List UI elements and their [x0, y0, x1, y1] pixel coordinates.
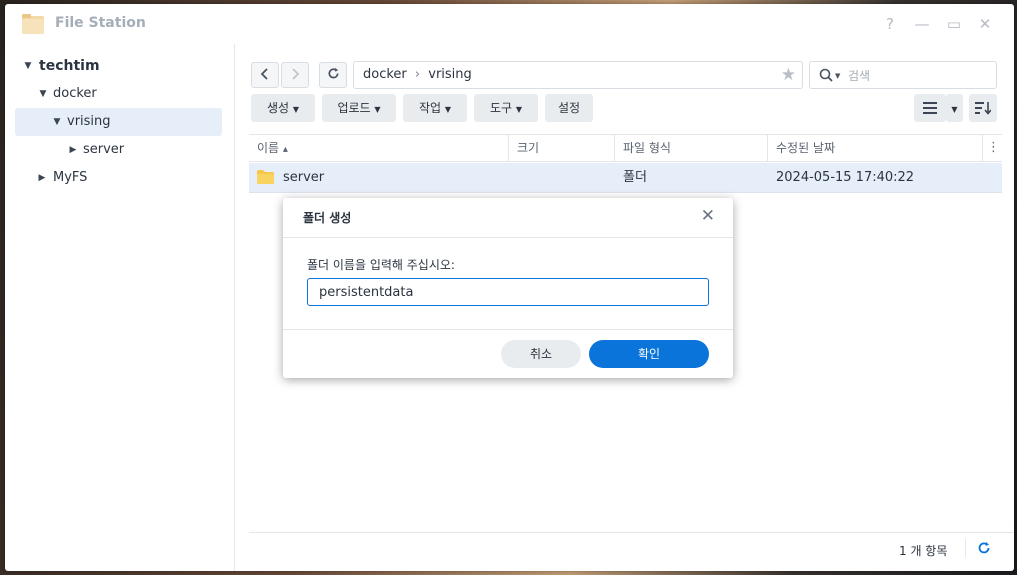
search-field[interactable]: ▼ 검색 — [809, 61, 997, 89]
sort-icon — [975, 102, 992, 115]
sidebar: ▼ techtim ▼ docker ▼ vrising ▶ server ▶ … — [5, 44, 235, 571]
divider — [283, 237, 733, 238]
title-bar: File Station ? — ▭ ✕ — [5, 4, 1014, 44]
create-folder-dialog: 폴더 생성 ✕ 폴더 이름을 입력해 주십시오: 취소 확인 — [283, 198, 733, 378]
minimize-icon[interactable]: — — [913, 15, 931, 33]
upload-button[interactable]: 업로드 ▼ — [322, 94, 396, 122]
folder-icon — [257, 170, 274, 184]
breadcrumb-vrising[interactable]: vrising — [428, 67, 472, 82]
action-button-label: 작업 — [418, 101, 442, 115]
sidebar-item-label: docker — [53, 86, 97, 101]
column-header-label: 이름 — [257, 141, 280, 155]
breadcrumb-separator: › — [414, 67, 421, 82]
dialog-title: 폴더 생성 — [303, 211, 352, 225]
chevron-right-icon — [292, 68, 300, 80]
search-icon[interactable] — [819, 68, 833, 82]
caret-down-icon: ▼ — [444, 105, 452, 114]
column-header-size[interactable]: 크기 — [509, 135, 615, 162]
create-button-label: 생성 — [266, 101, 290, 115]
sidebar-item-label: server — [83, 142, 125, 157]
caret-down-icon: ▼ — [374, 105, 381, 114]
sidebar-item-label: vrising — [67, 114, 111, 129]
ok-button[interactable]: 확인 — [589, 340, 709, 368]
tools-button-label: 도구 — [489, 101, 513, 115]
caret-down-icon[interactable]: ▼ — [52, 108, 62, 136]
path-bar[interactable]: docker › vrising ★ — [353, 61, 803, 89]
list-view-icon — [923, 102, 937, 114]
caret-down-icon[interactable]: ▼ — [23, 52, 33, 80]
sort-ascending-icon: ▴ — [282, 144, 288, 155]
cell-name: server — [283, 170, 325, 185]
sidebar-item-vrising[interactable]: ▼ vrising — [15, 108, 222, 136]
action-button[interactable]: 작업 ▼ — [403, 94, 467, 122]
help-icon[interactable]: ? — [881, 15, 899, 33]
refresh-icon[interactable] — [977, 541, 991, 555]
divider — [965, 539, 966, 557]
sidebar-item-myfs[interactable]: ▶ MyFS — [19, 164, 229, 192]
folder-app-icon — [22, 14, 44, 34]
column-header-label: 파일 형식 — [623, 141, 671, 155]
column-header-label: 크기 — [517, 141, 540, 155]
close-icon[interactable]: ✕ — [976, 15, 994, 33]
table-row[interactable]: server 폴더 2024-05-15 17:40:22 — [249, 163, 1002, 193]
caret-right-icon[interactable]: ▶ — [37, 164, 47, 192]
refresh-button[interactable] — [319, 62, 347, 88]
chevron-left-icon — [260, 68, 268, 80]
search-placeholder: 검색 — [848, 69, 871, 83]
sidebar-item-docker[interactable]: ▼ docker — [19, 80, 229, 108]
refresh-icon — [328, 67, 339, 79]
maximize-icon[interactable]: ▭ — [945, 15, 963, 33]
sidebar-item-label: MyFS — [53, 170, 88, 185]
cell-modified: 2024-05-15 17:40:22 — [776, 170, 915, 185]
divider — [283, 329, 733, 330]
grid-header: 이름 ▴ 크기 파일 형식 수정된 날짜 ⋮ — [249, 134, 1002, 162]
sidebar-item-techtim[interactable]: ▼ techtim — [19, 52, 229, 80]
create-button[interactable]: 생성 ▼ — [251, 94, 315, 122]
column-header-modified[interactable]: 수정된 날짜 — [768, 135, 983, 162]
folder-name-input[interactable] — [307, 278, 709, 306]
settings-button-label: 설정 — [557, 101, 581, 115]
folder-name-label: 폴더 이름을 입력해 주십시오: — [307, 258, 455, 272]
status-bar: 1 개 항목 — [249, 532, 1014, 565]
sidebar-item-label: techtim — [39, 58, 100, 74]
cell-type: 폴더 — [623, 170, 647, 185]
breadcrumb-docker[interactable]: docker — [363, 67, 407, 82]
upload-button-label: 업로드 — [337, 101, 371, 115]
list-view-button[interactable] — [914, 94, 946, 122]
view-options-button[interactable]: ▼ — [946, 94, 963, 122]
caret-down-icon: ▼ — [951, 105, 958, 114]
settings-button[interactable]: 설정 — [545, 94, 593, 122]
caret-right-icon[interactable]: ▶ — [68, 136, 78, 164]
caret-down-icon[interactable]: ▼ — [38, 80, 48, 108]
caret-down-icon: ▼ — [292, 105, 300, 114]
sidebar-item-server[interactable]: ▶ server — [19, 136, 229, 164]
window-title: File Station — [55, 15, 146, 31]
close-icon[interactable]: ✕ — [701, 206, 715, 226]
tools-button[interactable]: 도구 ▼ — [474, 94, 538, 122]
column-header-type[interactable]: 파일 형식 — [615, 135, 768, 162]
back-button[interactable] — [251, 62, 279, 88]
search-options-caret-icon[interactable]: ▼ — [835, 72, 840, 80]
column-header-label: 수정된 날짜 — [776, 141, 836, 155]
star-icon[interactable]: ★ — [781, 62, 796, 88]
sort-button[interactable] — [969, 94, 997, 122]
forward-button[interactable] — [281, 62, 309, 88]
cancel-button[interactable]: 취소 — [501, 340, 581, 368]
caret-down-icon: ▼ — [515, 105, 523, 114]
column-options-icon[interactable]: ⋮ — [987, 140, 1000, 155]
item-count: 1 개 항목 — [899, 544, 948, 558]
column-header-name[interactable]: 이름 ▴ — [249, 135, 509, 162]
